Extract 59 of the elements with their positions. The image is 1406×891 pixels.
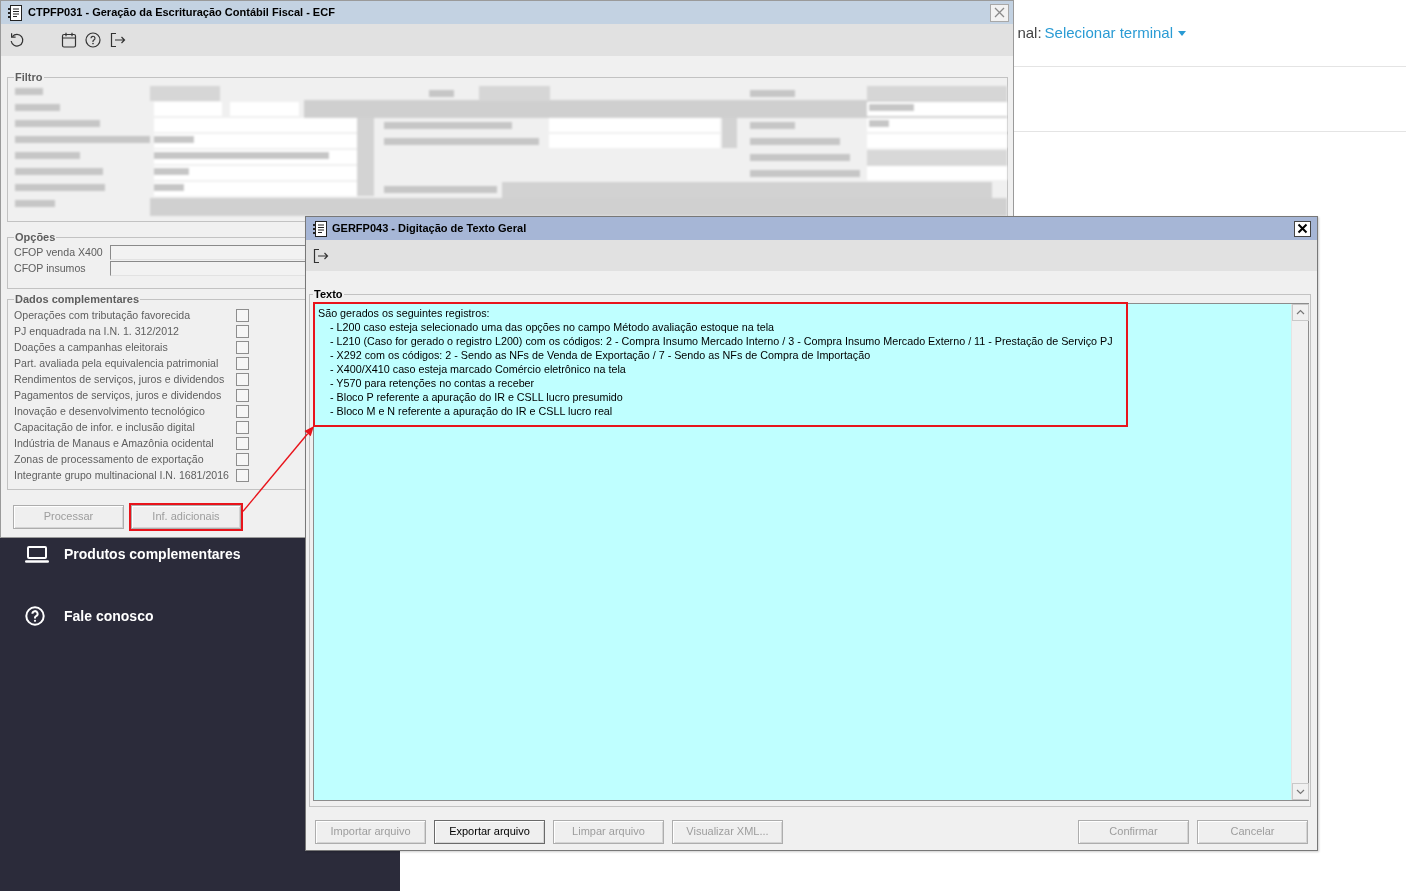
checkbox-label: Doações a campanhas eleitorais [14,340,169,354]
checkbox-label: Indústria de Manaus e Amazônia ocidental [14,436,215,450]
scroll-down-icon[interactable] [1292,783,1309,800]
laptop-icon [25,545,49,563]
text-line: - X400/X410 caso esteja marcado Comércio eletrônico na tela [330,362,626,376]
checkbox[interactable] [236,452,249,466]
group-label: Filtro [14,71,44,84]
window-title: CTPFP031 - Geração da Escrituração Contábil Fiscal - ECF [28,5,335,20]
checkbox[interactable] [236,372,249,386]
checkbox-label: Part. avaliada pela equivalencia patrimonial [14,356,220,370]
checkbox[interactable] [236,420,249,434]
document-icon [313,220,327,237]
checkbox-label: Zonas de processamento de exportação [14,452,205,466]
text-line: - Bloco M e N referente a apuração do IR e CSLL lucro real [330,404,613,418]
checkbox-label: Operações com tributação favorecida [14,308,192,322]
checkbox[interactable] [236,388,249,402]
calendar-icon[interactable] [61,32,77,48]
group-label: Texto [313,288,344,301]
document-icon [8,4,22,21]
terminal-label: nal: [1017,23,1042,43]
checkbox-label: Capacitação de infor. e inclusão digital [14,420,196,434]
checkbox-label: Rendimentos de serviços, juros e dividendos [14,372,226,386]
close-button[interactable] [1294,220,1311,237]
group-label: Opções [14,231,57,244]
checkbox[interactable] [236,340,249,354]
help-icon[interactable] [85,32,101,48]
close-icon [994,7,1005,18]
caret-icon [1178,30,1186,36]
checkbox[interactable] [236,356,249,370]
sidebar-item[interactable]: Fale conosco [25,599,154,633]
checkbox-label: Integrante grupo multinacional I.N. 1681/2016 [14,468,230,482]
text-line: - L200 caso esteja selecionado uma das opções no campo Método avaliação estoque na tela [330,320,775,334]
checkbox-label: PJ enquadrada na I.N. 1. 312/2012 [14,324,180,338]
text-line: - X292 com os códigos: 2 - Sendo as NFs de Venda de Exportação / 7 - Sendo as NFs de Compra de Importação [330,348,871,362]
text-line: - Y570 para retenções no contas a receber [330,376,535,390]
field-label: CFOP insumos [14,261,87,275]
field-label: CFOP venda X400 [14,245,104,259]
export-file-button[interactable]: Exportar arquivo [434,820,545,844]
vertical-scrollbar[interactable] [1291,304,1308,800]
text-line: São gerados os seguintes registros: [318,306,490,320]
checkbox[interactable] [236,468,249,482]
group-label: Dados complementares [14,293,141,306]
terminal-dropdown[interactable]: Selecionar terminal [1044,23,1186,43]
help-icon [25,606,45,626]
refresh-icon[interactable] [9,32,25,48]
exit-icon[interactable] [313,247,329,264]
checkbox-label: Pagamentos de serviços, juros e dividendos [14,388,223,402]
checkbox[interactable] [236,308,249,322]
scroll-up-icon[interactable] [1292,304,1309,321]
exit-icon[interactable] [110,32,126,48]
window-title: GERFP043 - Digitação de Texto Geral [332,221,527,236]
checkbox[interactable] [236,436,249,450]
sidebar-item[interactable]: Produtos complementares [25,537,241,571]
text-line: - L210 (Caso for gerado o registro L200) com os códigos: 2 - Compra Insumo Mercado Interno / 3 - Compra Insumo Mercado Externo / 11 - Prestação de Serviço PJ [330,334,1113,348]
text-line: - Bloco P referente a apuração do IR e CSLL lucro presumido [330,390,623,404]
checkbox-label: Inovação e desenvolvimento tecnológico [14,404,206,418]
checkbox[interactable] [236,324,249,338]
checkbox[interactable] [236,404,249,418]
close-icon [1297,223,1308,234]
